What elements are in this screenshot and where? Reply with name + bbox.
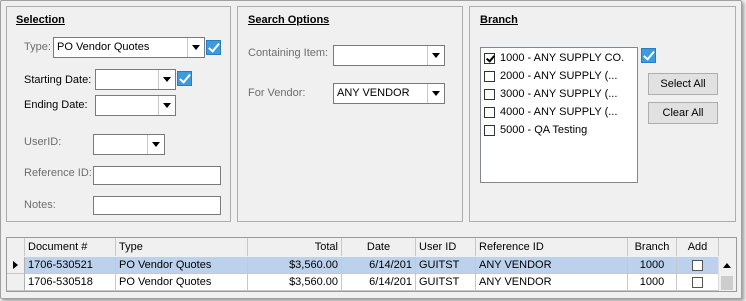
userid-label: UserID: [24,136,62,148]
checkbox-checked-icon[interactable] [484,53,495,64]
containing-item-combo[interactable] [333,45,445,66]
column-header-add[interactable]: Add [677,238,719,256]
for-vendor-label: For Vendor: [248,87,306,99]
row-pointer-icon[interactable] [7,257,25,274]
cell-document: 1706-530518 [25,274,116,291]
cell-total: $3,560.00 [248,257,342,274]
scroll-thumb[interactable] [721,276,733,290]
type-check-icon[interactable] [206,40,221,55]
cell-reference-id: ANY VENDOR [476,274,628,291]
cell-type: PO Vendor Quotes [116,257,248,274]
type-label: Type: [24,41,51,53]
notes-label: Notes: [24,199,56,211]
ending-date-picker[interactable] [95,95,176,116]
cell-branch: 1000 [628,257,677,274]
ending-date-label: Ending Date: [24,99,88,111]
branch-item-label: 1000 - ANY SUPPLY CO. [500,52,625,64]
column-header-reference-id[interactable]: Reference ID [476,238,628,256]
cell-type: PO Vendor Quotes [116,274,248,291]
selection-title: Selection [16,14,65,26]
chevron-down-icon[interactable] [187,38,204,57]
branch-list[interactable]: 1000 - ANY SUPPLY CO. 2000 - ANY SUPPLY … [480,47,638,183]
reference-id-label: Reference ID: [24,167,92,179]
containing-item-label: Containing Item: [248,47,329,59]
row-header[interactable] [7,274,25,291]
chevron-down-icon[interactable] [147,135,164,154]
column-header-branch[interactable]: Branch [628,238,677,256]
clear-all-button[interactable]: Clear All [648,102,718,124]
search-options-panel [237,6,463,222]
branch-item-label: 5000 - QA Testing [500,124,588,136]
grid-vertical-scrollbar[interactable] [718,257,736,291]
checkbox-icon[interactable] [484,89,495,100]
column-header-total[interactable]: Total [248,238,342,256]
type-combo-value: PO Vendor Quotes [57,41,150,53]
cell-user-id: GUITST [416,274,476,291]
column-header-date[interactable]: Date [342,238,416,256]
starting-date-label: Starting Date: [24,74,92,86]
column-header-document[interactable]: Document # [25,238,116,256]
reference-id-input[interactable] [93,166,221,185]
cell-date: 6/14/201 [342,257,416,274]
chevron-down-icon[interactable] [158,96,175,115]
table-row[interactable]: 1706-530521 PO Vendor Quotes $3,560.00 6… [7,257,719,274]
grid-corner [7,238,25,256]
starting-date-picker[interactable] [95,69,176,90]
grid-header: Document # Type Total Date User ID Refer… [7,238,736,258]
chevron-down-icon[interactable] [427,46,444,65]
add-checkbox[interactable] [692,260,703,271]
select-all-button[interactable]: Select All [648,73,718,95]
branch-item-label: 4000 - ANY SUPPLY (... [500,106,618,118]
cell-reference-id: ANY VENDOR [476,257,628,274]
branch-title: Branch [480,14,518,26]
cell-total: $3,560.00 [248,274,342,291]
search-options-title: Search Options [248,14,330,26]
add-checkbox[interactable] [692,277,703,288]
cell-add [677,274,719,291]
branch-check-icon[interactable] [641,48,656,63]
checkbox-icon[interactable] [484,125,495,136]
cell-document: 1706-530521 [25,257,116,274]
results-grid[interactable]: Document # Type Total Date User ID Refer… [6,237,737,292]
chevron-down-icon[interactable] [158,70,175,89]
branch-item-label: 3000 - ANY SUPPLY (... [500,88,618,100]
userid-combo[interactable] [93,134,165,155]
branch-item-label: 2000 - ANY SUPPLY (... [500,70,618,82]
cell-add [677,257,719,274]
scroll-up-icon[interactable] [719,257,736,274]
starting-date-check-icon[interactable] [177,71,192,86]
for-vendor-combo[interactable]: ANY VENDOR [333,83,445,104]
cell-user-id: GUITST [416,257,476,274]
checkbox-icon[interactable] [484,71,495,82]
for-vendor-value: ANY VENDOR [337,87,410,99]
chevron-down-icon[interactable] [427,84,444,103]
checkbox-icon[interactable] [484,107,495,118]
table-row[interactable]: 1706-530518 PO Vendor Quotes $3,560.00 6… [7,274,719,291]
cell-branch: 1000 [628,274,677,291]
cell-date: 6/14/201 [342,274,416,291]
notes-input[interactable] [93,196,221,215]
type-combo[interactable]: PO Vendor Quotes [53,37,205,58]
column-header-type[interactable]: Type [116,238,248,256]
column-header-user-id[interactable]: User ID [416,238,476,256]
